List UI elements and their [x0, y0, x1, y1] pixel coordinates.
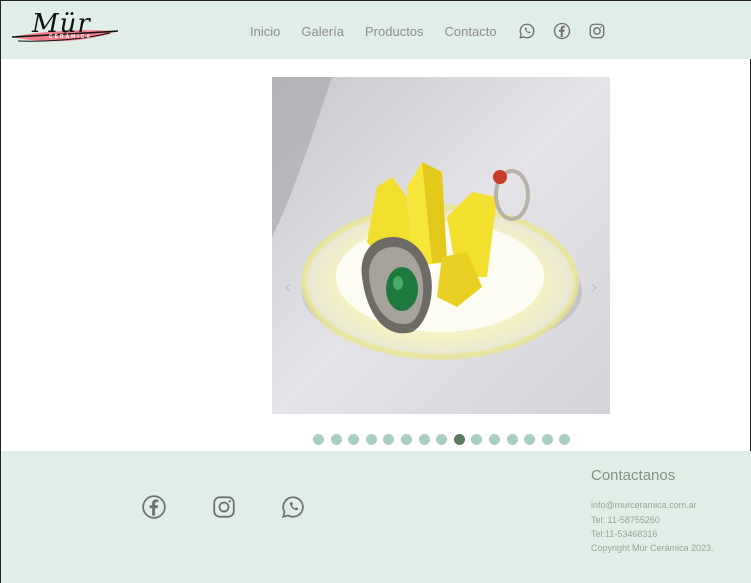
nav-link-contacto[interactable]: Contacto — [445, 24, 497, 39]
nav-link-inicio[interactable]: Inicio — [250, 24, 280, 39]
carousel-indicator-dot[interactable] — [506, 434, 518, 445]
carousel-indicator-dot[interactable] — [488, 434, 500, 445]
carousel-indicator-dot[interactable] — [559, 434, 571, 445]
carousel-indicators — [313, 434, 577, 446]
instagram-icon[interactable] — [211, 494, 237, 520]
contact-phone-2: Tel:11-53468316 — [591, 529, 658, 539]
carousel-indicator-dot[interactable] — [383, 434, 395, 445]
product-carousel: ‹ › — [272, 77, 610, 414]
site-header: Mür CERÁMICA Inicio Galería Productos Co… — [1, 1, 751, 59]
contact-email-link[interactable]: info@murceramica.com.ar — [591, 500, 697, 510]
facebook-icon[interactable] — [553, 22, 571, 40]
carousel-indicator-dot[interactable] — [365, 434, 377, 445]
carousel-next-button[interactable]: › — [591, 277, 598, 298]
product-photo — [272, 77, 610, 414]
carousel-prev-button[interactable]: ‹ — [284, 277, 291, 298]
whatsapp-icon[interactable] — [518, 22, 536, 40]
site-footer: Contactanos info@murceramica.com.ar Tel:… — [1, 451, 751, 583]
brand-logo[interactable]: Mür CERÁMICA — [10, 9, 122, 49]
carousel-indicator-dot[interactable] — [436, 434, 448, 445]
carousel-indicator-dot[interactable] — [453, 434, 465, 445]
copyright-text: Copyright Mür Cerámica 2023. — [591, 543, 714, 553]
contact-heading: Contactanos — [591, 467, 676, 484]
carousel-indicator-dot[interactable] — [418, 434, 430, 445]
carousel-indicator-dot[interactable] — [348, 434, 360, 445]
logo-subtitle: CERÁMICA — [49, 34, 92, 40]
carousel-indicator-dot[interactable] — [524, 434, 536, 445]
carousel-indicator-dot[interactable] — [471, 434, 483, 445]
carousel-indicator-dot[interactable] — [541, 434, 553, 445]
nav-link-productos[interactable]: Productos — [365, 24, 424, 39]
whatsapp-icon[interactable] — [280, 494, 306, 520]
carousel-indicator-dot[interactable] — [313, 434, 324, 445]
contact-phone-1: Tel: 11-58755260 — [591, 515, 660, 525]
carousel-indicator-dot[interactable] — [330, 434, 342, 445]
instagram-icon[interactable] — [588, 22, 606, 40]
nav-link-galeria[interactable]: Galería — [301, 24, 344, 39]
main-nav: Inicio Galería Productos Contacto — [250, 22, 623, 40]
carousel-indicator-dot[interactable] — [400, 434, 412, 445]
facebook-icon[interactable] — [141, 494, 167, 520]
